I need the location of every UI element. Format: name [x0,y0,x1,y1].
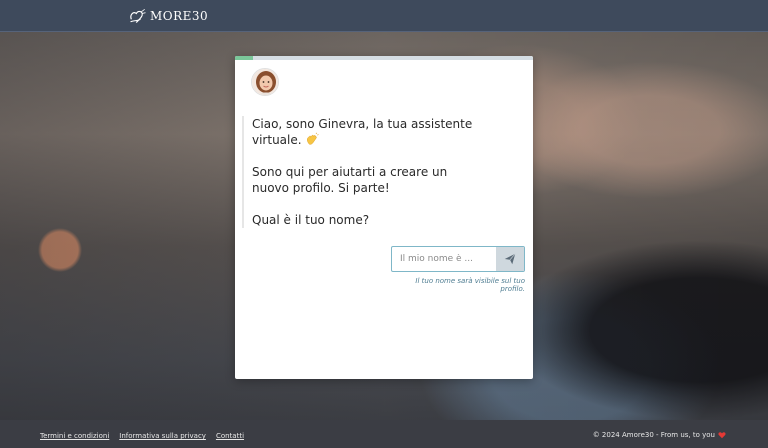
heart-ribbon-icon [130,9,146,23]
top-header: MORE30 [0,0,768,32]
paper-plane-icon [504,253,516,265]
assistant-avatar [251,68,279,96]
assistant-message: Ciao, sono Ginevra, la tua assistente vi… [242,116,482,228]
message-line: Sono qui per aiutarti a creare un nuovo … [252,165,448,195]
footer-link-privacy[interactable]: Informativa sulla privacy [119,432,206,440]
site-logo[interactable]: MORE30 [128,5,208,27]
name-input-group [391,246,525,272]
copyright: © 2024 Amore30 - From us, to you [593,431,726,439]
progress-fill [235,56,253,60]
copyright-text: © 2024 Amore30 - From us, to you [592,431,715,439]
page-footer: Termini e condizioni Informativa sulla p… [0,420,768,448]
chat-card: Ciao, sono Ginevra, la tua assistente vi… [235,56,533,379]
name-input[interactable] [392,247,496,271]
waving-hand-icon [307,132,320,145]
input-hint: Il tuo nome sarà visibile sul tuo profil… [415,277,525,293]
logo-text: MORE30 [150,9,209,23]
avatar-portrait [252,69,278,95]
footer-links: Termini e condizioni Informativa sulla p… [40,432,244,440]
message-question: Qual è il tuo nome? [252,213,370,227]
message-line: Ciao, sono Ginevra, la tua assistente vi… [252,117,473,147]
heart-icon [718,432,726,439]
progress-bar [235,56,533,60]
footer-link-contacts[interactable]: Contatti [216,432,244,440]
footer-link-terms[interactable]: Termini e condizioni [40,432,109,440]
send-button[interactable] [496,247,524,271]
